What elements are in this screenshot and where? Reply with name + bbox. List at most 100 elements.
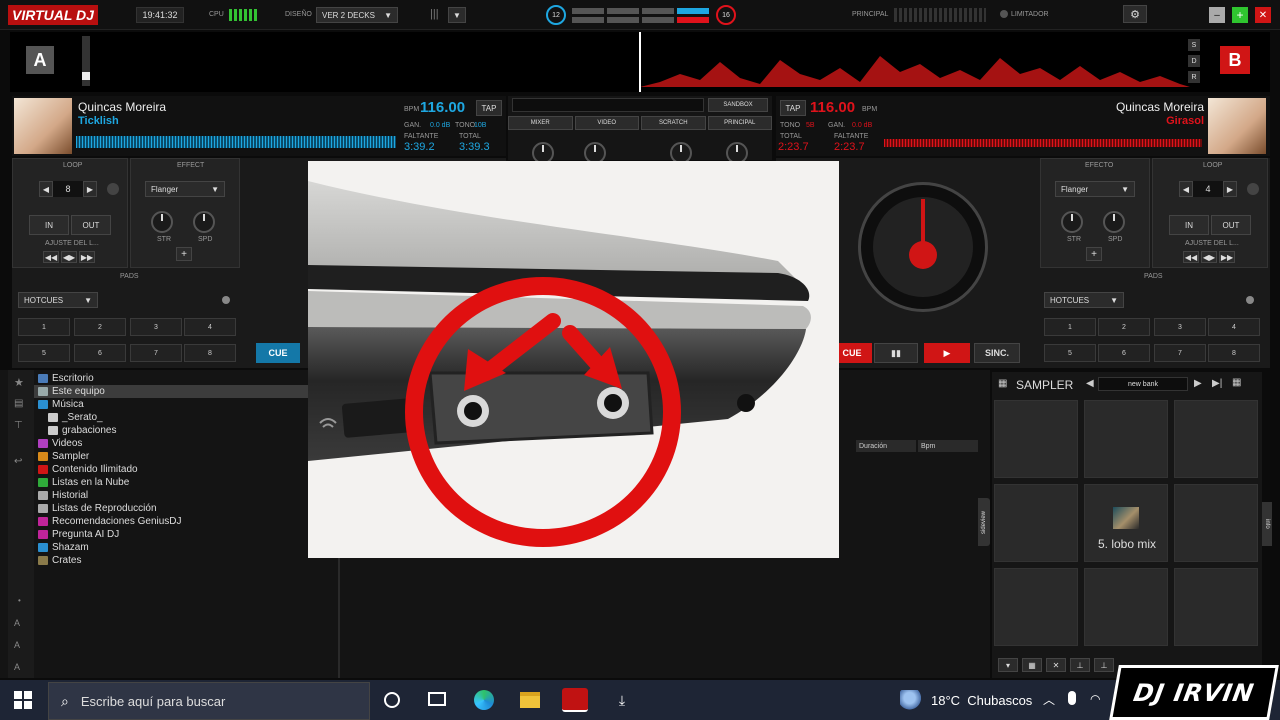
sampler-grid-icon[interactable]: ▦ [998,378,1007,389]
sampler-skip-icon[interactable]: ▶| [1212,378,1222,389]
hotcue-pad-4[interactable]: 4 [1208,318,1260,336]
hotcue-pad-1[interactable]: 1 [1044,318,1096,336]
loop-adjust-right[interactable]: ▶▶ [1219,251,1235,263]
microphone-icon[interactable] [1068,691,1076,705]
loop-adjust-left[interactable]: ◀◀ [43,251,59,263]
loop-in-button[interactable]: IN [1169,215,1209,235]
tree-item-historial[interactable]: Historial [38,489,88,502]
deck-b-waveform[interactable] [884,139,1202,147]
sampler-pad-8[interactable] [1084,568,1168,646]
sampler-pad-6[interactable] [1174,484,1258,562]
tree-item-grabaciones[interactable]: grabaciones [48,424,116,437]
deck-b-tap-button[interactable]: TAP [780,100,806,116]
hotcue-pad-5[interactable]: 5 [1044,344,1096,362]
dot-icon[interactable]: • [18,596,21,605]
sampler-prev-icon[interactable]: ◀ [1086,378,1094,389]
tab-principal[interactable]: PRINCIPAL [707,116,772,130]
text-size-icon-3[interactable]: A [14,662,20,672]
sampler-mode-icon-2[interactable]: ▦ [1022,658,1042,672]
tab-video[interactable]: VIDEO [574,116,639,130]
filter-icon[interactable]: ⊤ [14,420,23,431]
sampler-mode-icon-1[interactable]: ▾ [998,658,1018,672]
audio-wave-icon[interactable]: ||| [430,8,439,20]
limiter-toggle[interactable] [1000,10,1008,18]
hotcue-pad-2[interactable]: 2 [1098,318,1150,336]
loop-prev-button[interactable]: ◀ [1179,181,1193,197]
column-duracion[interactable]: Duración [856,440,916,452]
sampler-mode-icon-4[interactable]: ⊥ [1070,658,1090,672]
deck-b-play-button[interactable]: ▶ [924,343,970,363]
deck-a-cue-button[interactable]: CUE [256,343,300,363]
loop-in-button[interactable]: IN [29,215,69,235]
deck-b-pause-button[interactable]: ▮▮ [874,343,918,363]
effect-select[interactable]: Flanger ▼ [145,181,225,197]
sampler-menu-icon[interactable]: ▦ [1232,377,1241,388]
add-effect-button[interactable]: + [1086,247,1102,261]
tree-item-escritorio[interactable]: Escritorio [38,372,94,385]
str-knob[interactable] [151,211,173,233]
loop-next-button[interactable]: ▶ [83,181,97,197]
loop-prev-button[interactable]: ◀ [39,181,53,197]
download-app-icon[interactable]: ⤓ [612,690,632,710]
hotcue-pad-3[interactable]: 3 [130,318,182,336]
tree-item-genius[interactable]: Recomendaciones GeniusDJ [38,515,182,528]
hotcue-pad-7[interactable]: 7 [1154,344,1206,362]
deck-a-tap-button[interactable]: TAP [476,100,502,116]
waveform-overview[interactable]: A S D R B [10,32,1270,92]
loop-adjust-mid[interactable]: ◀▶ [61,251,77,263]
tab-mixer[interactable]: MIXER [508,116,573,130]
hotcue-pad-8[interactable]: 8 [184,344,236,362]
loop-adjust-mid[interactable]: ◀▶ [1201,251,1217,263]
edge-icon[interactable] [474,690,494,710]
taskbar-search-box[interactable]: ⌕ Escribe aquí para buscar [48,682,370,720]
tree-item-ai-dj[interactable]: Pregunta AI DJ [38,528,119,541]
tree-item-sampler[interactable]: Sampler [38,450,89,463]
loop-toggle[interactable] [1247,183,1259,195]
sampler-pad-9[interactable] [1174,568,1258,646]
chevron-down-icon[interactable]: ▼ [448,7,466,23]
deck-a-volume-slider[interactable] [82,36,90,86]
sampler-pad-5[interactable]: 5. lobo mix [1084,484,1168,562]
loop-toggle[interactable] [107,183,119,195]
hotcue-pad-1[interactable]: 1 [18,318,70,336]
loop-next-button[interactable]: ▶ [1223,181,1237,197]
sampler-pad-2[interactable] [1084,400,1168,478]
sandbox-button[interactable]: SANDBOX [708,98,768,112]
hotcue-pad-6[interactable]: 6 [74,344,126,362]
hotcue-pad-8[interactable]: 8 [1208,344,1260,362]
tree-item-musica[interactable]: Música [38,398,84,411]
column-bpm[interactable]: Bpm [918,440,978,452]
sampler-next-icon[interactable]: ▶ [1194,378,1202,389]
tree-item-shazam[interactable]: Shazam [38,541,89,554]
tab-scratch[interactable]: SCRATCH [641,116,706,130]
tree-item-listas-reproduccion[interactable]: Listas de Reproducción [38,502,157,515]
hotcue-pad-2[interactable]: 2 [74,318,126,336]
shuffle-icon[interactable]: ✕ [1046,658,1066,672]
loop-adjust-left[interactable]: ◀◀ [1183,251,1199,263]
cortana-icon[interactable] [384,692,400,708]
weather-icon[interactable] [900,690,924,710]
text-size-icon-1[interactable]: A [14,618,20,628]
sampler-pad-3[interactable] [1174,400,1258,478]
hotcue-pad-5[interactable]: 5 [18,344,70,362]
windows-start-icon[interactable] [14,691,32,709]
hotcues-select[interactable]: HOTCUES ▼ [18,292,98,308]
tree-item-crates[interactable]: Crates [38,554,81,567]
sampler-bank-select[interactable]: new bank [1098,377,1188,391]
settings-gear-icon[interactable]: ⚙ [1123,5,1147,23]
close-button[interactable]: ✕ [1255,7,1271,23]
spd-knob[interactable] [193,211,215,233]
sampler-mode-icon-5[interactable]: ⊥ [1094,658,1114,672]
sampler-pad-7[interactable] [994,568,1078,646]
add-effect-button[interactable]: + [176,247,192,261]
tree-item-este-equipo[interactable]: Este equipo [34,385,308,398]
hotcue-pad-3[interactable]: 3 [1154,318,1206,336]
tree-item-serato[interactable]: _Serato_ [48,411,103,424]
deck-b-sync-button[interactable]: SINC. [974,343,1020,363]
d-button[interactable]: D [1188,55,1200,67]
tree-item-listas-nube[interactable]: Listas en la Nube [38,476,129,489]
tree-item-contenido-ilimitado[interactable]: Contenido Ilimitado [38,463,138,476]
info-tab[interactable]: info [1262,502,1272,546]
spd-knob[interactable] [1103,211,1125,233]
loop-adjust-right[interactable]: ▶▶ [79,251,95,263]
